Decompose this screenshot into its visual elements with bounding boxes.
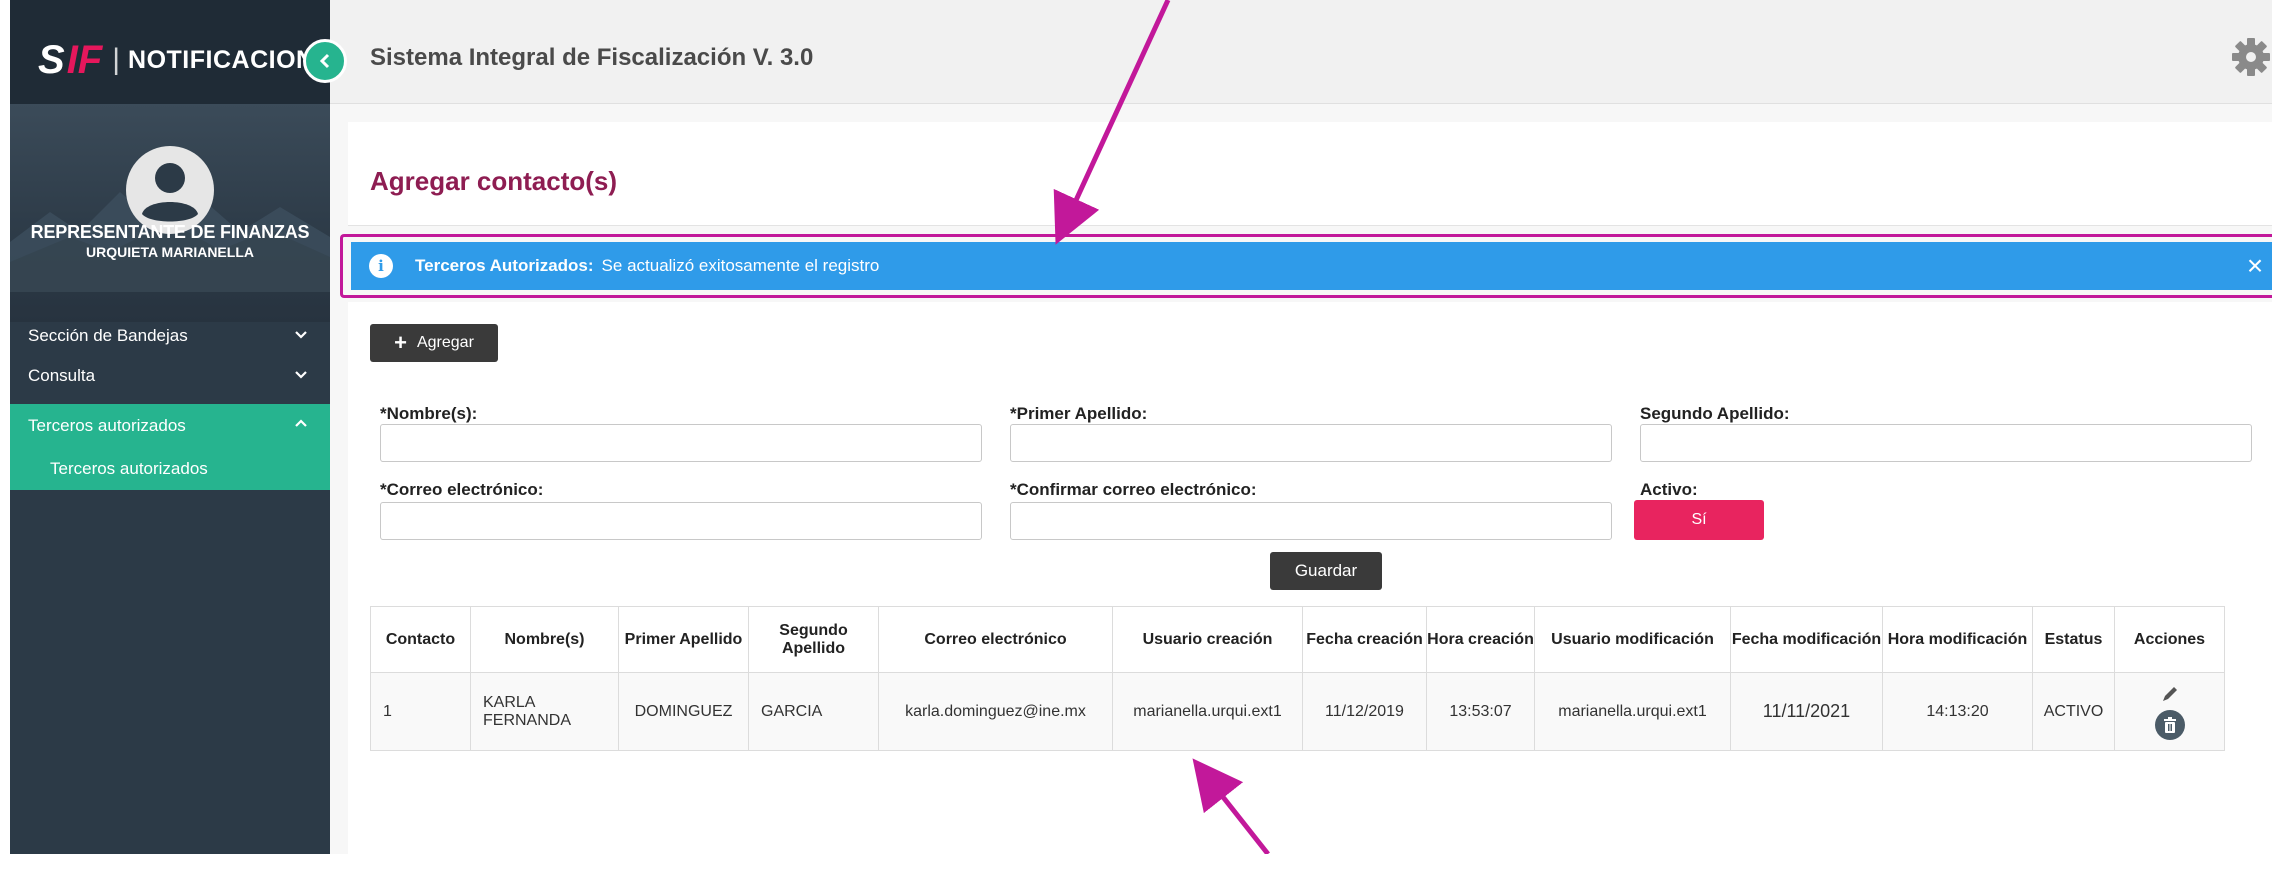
alert-highlight: i Terceros Autorizados: Se actualizó exi… (340, 234, 2272, 298)
col-header: Fecha modificación (1730, 606, 1883, 673)
chevron-down-icon (295, 371, 307, 379)
nombre-label: *Nombre(s): (380, 404, 478, 423)
success-alert: i Terceros Autorizados: Se actualizó exi… (351, 242, 2272, 290)
sidebar-item-label: Consulta (28, 366, 96, 385)
col-header: Usuario modificación (1534, 606, 1731, 673)
delete-button[interactable] (2154, 709, 2185, 740)
cell-usuario-creacion: marianella.urqui.ext1 (1112, 672, 1303, 751)
trash-icon (2163, 716, 2176, 733)
chevron-left-icon (319, 53, 330, 69)
contacts-table: Contacto Nombre(s) Primer Apellido Segun… (370, 606, 2225, 751)
activo-toggle[interactable]: Sí (1634, 500, 1764, 540)
cell-segundo-apellido: GARCIA (748, 672, 879, 751)
confirmar-correo-input[interactable] (1010, 502, 1612, 540)
cell-usuario-modificacion: marianella.urqui.ext1 (1534, 672, 1731, 751)
cell-hora-modificacion: 14:13:20 (1882, 672, 2033, 751)
user-name: URQUIETA MARIANELLA (86, 244, 254, 260)
sidebar-header: S IF | NOTIFICACIONES (10, 0, 348, 104)
sidebar-item-bandejas[interactable]: Sección de Bandejas (10, 316, 330, 356)
user-profile: REPRESENTANTE DE FINANZAS URQUIETA MARIA… (10, 104, 330, 322)
cell-acciones (2114, 672, 2225, 751)
screen: S IF | NOTIFICACIONES REPRESENTANTE DE F… (0, 0, 2272, 894)
chevron-down-icon (295, 331, 307, 339)
confirmar-correo-label: *Confirmar correo electrónico: (1010, 480, 1257, 499)
col-header: Nombre(s) (470, 606, 619, 673)
nombre-input[interactable] (380, 424, 982, 462)
gear-icon[interactable] (2230, 36, 2272, 78)
table-header-row: Contacto Nombre(s) Primer Apellido Segun… (370, 606, 2225, 673)
col-header: Estatus (2032, 606, 2115, 673)
edit-pencil-icon[interactable] (2160, 684, 2180, 704)
save-button[interactable]: Guardar (1270, 552, 1382, 590)
primer-apellido-input[interactable] (1010, 424, 1612, 462)
logo-s: S (38, 38, 65, 82)
col-header: Hora creación (1426, 606, 1535, 673)
logo-separator: | (112, 43, 121, 76)
info-icon: i (369, 254, 393, 278)
sidebar-subitem-terceros[interactable]: Terceros autorizados (10, 448, 330, 490)
col-header: Hora modificación (1882, 606, 2033, 673)
col-header: Acciones (2114, 606, 2225, 673)
cell-estatus: ACTIVO (2032, 672, 2115, 751)
cell-contacto: 1 (370, 672, 471, 751)
user-role: REPRESENTANTE DE FINANZAS (30, 222, 310, 242)
sidebar-item-label: Terceros autorizados (28, 416, 186, 435)
cell-hora-creacion: 13:53:07 (1426, 672, 1535, 751)
table-row: 1 KARLA FERNANDA DOMINGUEZ GARCIA karla.… (370, 672, 2225, 751)
col-header: Contacto (370, 606, 471, 673)
logo-if: IF (66, 38, 103, 82)
plus-icon: + (394, 330, 407, 355)
correo-input[interactable] (380, 502, 982, 540)
form-card (348, 302, 2272, 894)
sidebar-item-consulta[interactable]: Consulta (10, 356, 330, 396)
cell-primer-apellido: DOMINGUEZ (618, 672, 749, 751)
activo-label: Activo: (1640, 480, 1698, 499)
cell-nombre: KARLA FERNANDA (470, 672, 619, 751)
page-title: Agregar contacto(s) (370, 166, 618, 196)
sidebar-subitem-label: Terceros autorizados (50, 459, 208, 478)
col-header: Correo electrónico (878, 606, 1113, 673)
add-button-label: Agregar (416, 334, 474, 351)
sidebar-item-label: Sección de Bandejas (28, 326, 188, 345)
collapse-sidebar-button[interactable] (303, 39, 347, 83)
alert-message: Se actualizó exitosamente el registro (601, 256, 880, 275)
sidebar-item-terceros[interactable]: Terceros autorizados (10, 404, 330, 448)
chevron-up-icon (295, 419, 307, 427)
cell-fecha-modificacion: 11/11/2021 (1730, 672, 1883, 751)
page-header: Agregar contacto(s) (348, 122, 2272, 226)
correo-label: *Correo electrónico: (380, 480, 544, 499)
cell-fecha-creacion: 11/12/2019 (1302, 672, 1427, 751)
primer-apellido-label: *Primer Apellido: (1010, 404, 1148, 423)
sidebar: S IF | NOTIFICACIONES REPRESENTANTE DE F… (10, 0, 348, 854)
app-title: Sistema Integral de Fiscalización V. 3.0 (370, 44, 814, 71)
alert-title: Terceros Autorizados: (415, 256, 594, 275)
cell-correo: karla.dominguez@ine.mx (878, 672, 1113, 751)
col-header: Primer Apellido (618, 606, 749, 673)
col-header: Fecha creación (1302, 606, 1427, 673)
col-header: Segundo Apellido (748, 606, 879, 673)
close-icon[interactable]: × (2241, 250, 2269, 281)
col-header: Usuario creación (1112, 606, 1303, 673)
top-bar: Sistema Integral de Fiscalización V. 3.0 (330, 0, 2272, 104)
segundo-apellido-input[interactable] (1640, 424, 2252, 462)
add-contact-button[interactable]: + Agregar (370, 324, 498, 362)
segundo-apellido-label: Segundo Apellido: (1640, 404, 1790, 423)
